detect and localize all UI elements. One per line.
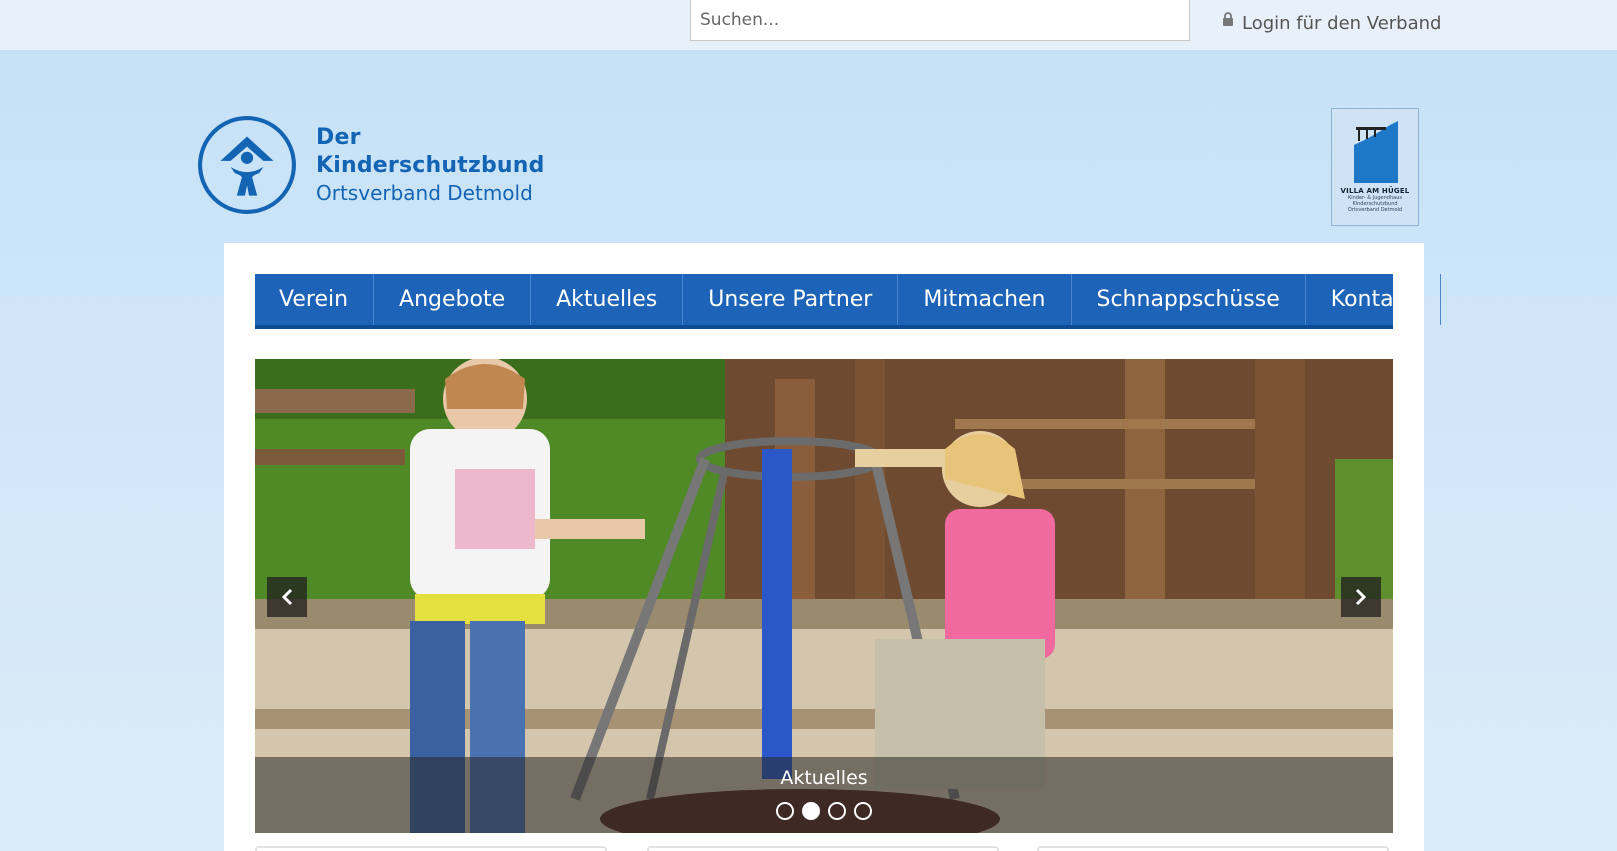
villa-sub-3: Ortsverband Detmold (1347, 207, 1403, 213)
image-slider[interactable]: Aktuelles (255, 359, 1393, 833)
kinderschutzbund-logo-icon (198, 116, 296, 214)
slider-dot-4[interactable] (854, 802, 872, 820)
villa-building-icon (1354, 121, 1398, 183)
teaser-card-1[interactable] (255, 846, 607, 851)
site-logo[interactable]: Der Kinderschutzbund Ortsverband Detmold (196, 114, 556, 216)
teaser-card-2[interactable] (647, 846, 999, 851)
slider-pagination (255, 802, 1393, 820)
logo-title: Der Kinderschutzbund (316, 125, 545, 178)
villa-title: VILLA AM HÜGEL (1340, 187, 1410, 195)
slider-prev-button[interactable] (267, 577, 307, 617)
nav-item-unsere-partner[interactable]: Unsere Partner (683, 274, 899, 325)
villa-am-huegel-logo[interactable]: VILLA AM HÜGEL Kinder- & Jugendhaus Kind… (1331, 108, 1419, 226)
lock-icon (1223, 12, 1233, 26)
slide-caption-bar: Aktuelles (255, 757, 1393, 833)
nav-item-kontakt[interactable]: Kontakt (1306, 274, 1441, 325)
nav-item-schnappschuesse[interactable]: Schnappschüsse (1072, 274, 1306, 325)
nav-item-angebote[interactable]: Angebote (374, 274, 532, 325)
slide-caption[interactable]: Aktuelles (255, 767, 1393, 789)
logo-subtitle: Ortsverband Detmold (316, 181, 533, 205)
slider-dot-3[interactable] (828, 802, 846, 820)
slider-dot-2[interactable] (802, 802, 820, 820)
slider-dot-1[interactable] (776, 802, 794, 820)
login-label: Login für den Verband (1242, 12, 1442, 34)
chevron-left-icon (281, 588, 293, 606)
main-navigation: Verein Angebote Aktuelles Unsere Partner… (255, 274, 1441, 329)
search-input[interactable] (690, 0, 1190, 41)
content-card: Verein Angebote Aktuelles Unsere Partner… (224, 243, 1441, 851)
nav-item-verein[interactable]: Verein (255, 274, 375, 325)
nav-item-mitmachen[interactable]: Mitmachen (898, 274, 1072, 325)
teaser-card-3[interactable] (1037, 846, 1389, 851)
chevron-right-icon (1355, 588, 1367, 606)
top-bar: Login für den Verband (0, 0, 1617, 50)
slider-next-button[interactable] (1341, 577, 1381, 617)
nav-item-aktuelles[interactable]: Aktuelles (531, 274, 684, 325)
login-link[interactable]: Login für den Verband (1222, 10, 1441, 36)
